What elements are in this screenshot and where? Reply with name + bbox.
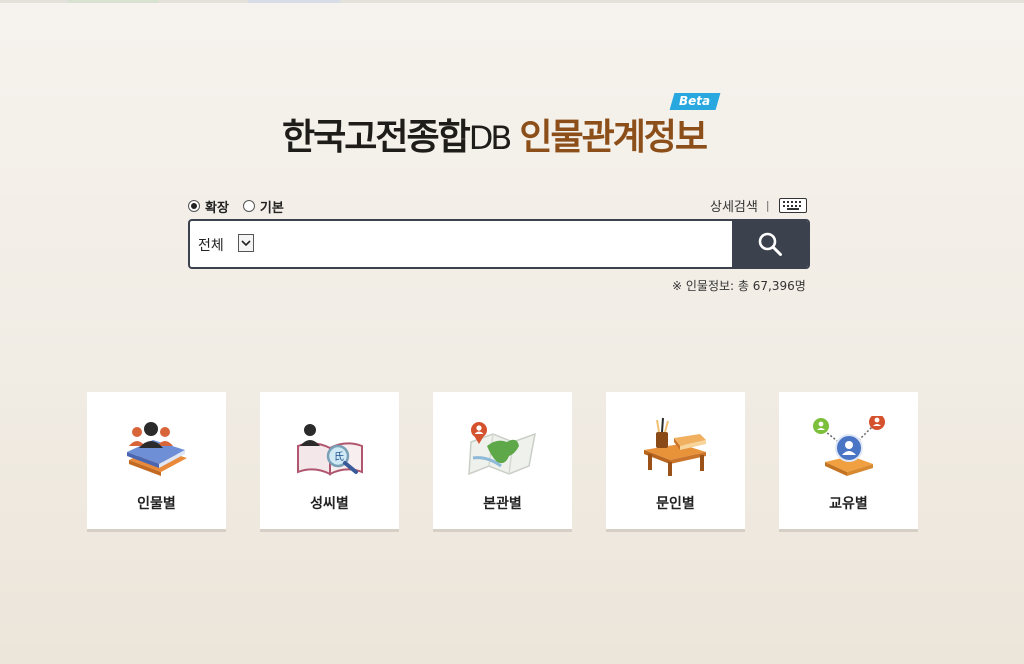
tab-strip-segment (248, 0, 340, 3)
category-label: 본관별 (483, 496, 522, 512)
person-count: ※ 인물정보: 총 67,396명 (672, 279, 806, 293)
category-label: 교유별 (829, 496, 868, 512)
chevron-down-icon (241, 240, 251, 247)
title-db: DB (468, 119, 513, 157)
title-sub: 인물관계정보 (519, 117, 708, 158)
beta-badge: Beta (669, 93, 721, 110)
map-pin-icon (468, 422, 536, 476)
category-card-friendship[interactable]: 교유별 (779, 392, 918, 529)
category-card-origin[interactable]: 본관별 (433, 392, 572, 529)
radio-checked-icon (188, 200, 200, 212)
surname-book-icon: 氏 (297, 424, 363, 476)
people-books-icon (127, 422, 187, 476)
advanced-search-link[interactable]: 상세검색 (710, 196, 758, 215)
category-label: 인물별 (137, 496, 176, 512)
title-main: 한국고전종합 (282, 117, 471, 158)
keyboard-icon[interactable] (778, 198, 807, 213)
page-title: 한국고전종합DB 인물관계정보 (282, 108, 708, 160)
advanced-search-row: 상세검색 | (710, 196, 807, 215)
search-scope-value: 전체 (198, 238, 224, 254)
radio-basic[interactable]: 기본 (242, 197, 284, 216)
category-label: 성씨별 (310, 496, 349, 512)
category-cards: 인물별 氏 성씨별 본관별 문인별 교유별 (87, 392, 919, 532)
search-icon (758, 232, 782, 256)
radio-extended-label: 확장 (205, 200, 229, 216)
search-input[interactable] (266, 229, 730, 261)
search-button[interactable] (732, 221, 808, 267)
search-bar: 전체 (188, 219, 810, 269)
search-mode-options: 확장 기본 (188, 197, 298, 216)
radio-extended[interactable]: 확장 (188, 197, 229, 216)
scope-dropdown[interactable] (238, 234, 254, 252)
radio-unchecked-icon (242, 200, 255, 212)
desk-brushes-icon (644, 417, 706, 476)
divider: | (765, 199, 770, 212)
tab-strip-segment (68, 0, 158, 3)
category-card-scholar[interactable]: 문인별 (606, 392, 745, 529)
browser-tab-strip (0, 0, 1024, 3)
category-card-person[interactable]: 인물별 (87, 392, 226, 529)
svg-text:氏: 氏 (334, 451, 344, 463)
category-label: 문인별 (656, 496, 695, 512)
radio-basic-label: 기본 (259, 200, 284, 216)
category-card-surname[interactable]: 氏 성씨별 (260, 392, 399, 529)
network-people-icon (813, 416, 885, 476)
